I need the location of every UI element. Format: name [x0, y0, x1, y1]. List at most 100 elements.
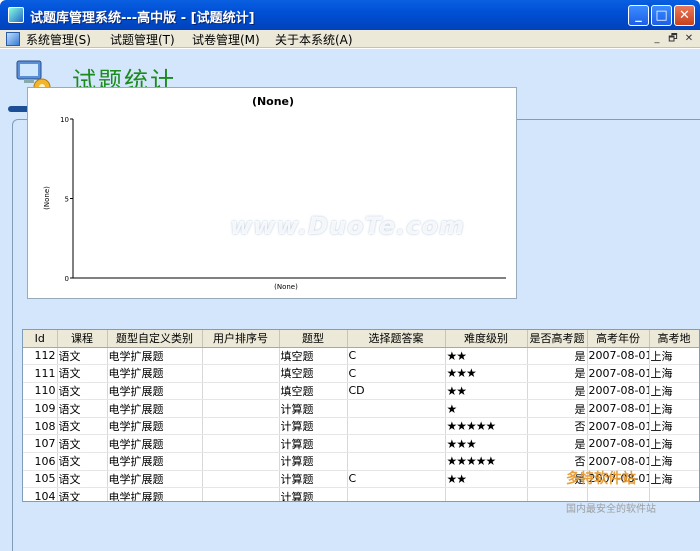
table-cell: ★★ — [445, 470, 528, 489]
table-cell — [347, 417, 446, 436]
y-tick-label: 0 — [65, 275, 69, 283]
table-cell: 语文 — [57, 382, 108, 401]
table-cell: 计算题 — [279, 487, 348, 501]
chart-title: (None) — [252, 95, 294, 108]
table-cell: 语文 — [57, 487, 108, 501]
table-cell — [202, 470, 280, 489]
grid-column-header[interactable]: 用户排序号 — [202, 330, 280, 348]
table-cell: 上海 — [649, 470, 699, 489]
table-cell: 电学扩展题 — [107, 452, 203, 471]
table-cell: 2007-08-01 — [587, 364, 650, 383]
y-tick-label: 10 — [60, 116, 69, 124]
table-cell: 计算题 — [279, 399, 348, 418]
grid-column-header[interactable]: 题型自定义类别 — [107, 330, 203, 348]
menu-bar: 系统管理(S) 试题管理(T) 试卷管理(M) 关于本系统(A) _ 🗗 ✕ — [0, 30, 700, 48]
chart-svg: (None) 10 5 0 (None) (None) — [43, 95, 506, 291]
app-icon — [8, 7, 24, 23]
table-cell: 上海 — [649, 452, 699, 471]
table-cell: 是 — [527, 434, 588, 454]
table-cell: 计算题 — [279, 452, 348, 471]
grid-column-header[interactable]: 选择题答案 — [347, 330, 446, 348]
table-cell: 电学扩展题 — [107, 364, 203, 383]
document-icon[interactable] — [6, 32, 20, 46]
table-cell: 是 — [527, 382, 588, 401]
table-cell: 2007-08-01 — [587, 417, 650, 436]
table-cell — [347, 399, 446, 418]
grid-column-header[interactable]: 高考地 — [649, 330, 699, 348]
minimize-button[interactable]: _ — [628, 5, 649, 26]
table-cell: 上海 — [649, 382, 699, 401]
grid-column-header[interactable]: 课程 — [57, 330, 108, 348]
table-cell: ★★ — [445, 347, 528, 366]
table-cell: 填空题 — [279, 382, 348, 401]
table-cell: 否 — [527, 417, 588, 436]
table-row[interactable]: 111 语文 电学扩展题 填空题 C ★★★ 是 2007-08-01 上海 — [23, 364, 699, 383]
table-cell: C — [347, 470, 446, 489]
table-cell: 是 — [527, 399, 588, 418]
table-cell — [649, 487, 699, 501]
table-cell: 上海 — [649, 434, 699, 454]
table-row[interactable]: 109 语文 电学扩展题 计算题 ★ 是 2007-08-01 上海 — [23, 399, 699, 418]
table-cell: 2007-08-01 — [587, 434, 650, 454]
window-title-bar[interactable]: 试题库管理系统---高中版 - [试题统计] _ □ ✕ — [0, 0, 700, 30]
table-cell — [202, 452, 280, 471]
menu-system[interactable]: 系统管理(S) — [26, 31, 91, 48]
table-cell: ★★★ — [445, 364, 528, 383]
table-cell — [347, 452, 446, 471]
table-cell: C — [347, 364, 446, 383]
table-cell — [202, 399, 280, 418]
table-cell: 106 — [23, 452, 58, 471]
table-cell: 电学扩展题 — [107, 347, 203, 366]
grid-column-header[interactable]: 是否高考题 — [527, 330, 588, 348]
grid-column-header[interactable]: Id — [23, 330, 58, 348]
table-cell: 上海 — [649, 417, 699, 436]
y-ticks: 10 5 0 — [60, 116, 73, 283]
table-cell — [202, 347, 280, 366]
logo-text: 多特软件站 — [566, 471, 636, 487]
grid-column-header[interactable]: 高考年份 — [587, 330, 650, 348]
table-cell: ★ — [445, 399, 528, 418]
table-cell: 104 — [23, 487, 58, 501]
mdi-restore-button[interactable]: 🗗 — [666, 33, 680, 46]
table-cell: 107 — [23, 434, 58, 454]
table-cell — [202, 487, 280, 501]
table-cell: ★★ — [445, 382, 528, 401]
table-cell: 语文 — [57, 434, 108, 454]
table-cell — [445, 487, 528, 501]
logo-subtext: 国内最安全的软件站 — [566, 504, 656, 515]
grid-column-header[interactable]: 难度级别 — [445, 330, 528, 348]
menu-questions[interactable]: 试题管理(T) — [110, 31, 175, 48]
table-cell: 108 — [23, 417, 58, 436]
table-cell: 上海 — [649, 364, 699, 383]
table-cell: 填空题 — [279, 364, 348, 383]
table-cell: 电学扩展题 — [107, 434, 203, 454]
table-row[interactable]: 112 语文 电学扩展题 填空题 C ★★ 是 2007-08-01 上海 — [23, 347, 699, 366]
table-cell: 2007-08-01 — [587, 347, 650, 366]
mdi-close-button[interactable]: ✕ — [682, 33, 696, 46]
mdi-minimize-button[interactable]: _ — [650, 33, 664, 46]
table-cell — [202, 382, 280, 401]
table-row[interactable]: 110 语文 电学扩展题 填空题 CD ★★ 是 2007-08-01 上海 — [23, 382, 699, 401]
grid-column-header[interactable]: 题型 — [279, 330, 348, 348]
table-cell: 计算题 — [279, 434, 348, 454]
table-cell — [202, 364, 280, 383]
close-button[interactable]: ✕ — [674, 5, 695, 26]
table-cell: ★★★★★ — [445, 417, 528, 436]
table-cell: 上海 — [649, 347, 699, 366]
table-cell: 2007-08-01 — [587, 382, 650, 401]
table-row[interactable]: 107 语文 电学扩展题 计算题 ★★★ 是 2007-08-01 上海 — [23, 434, 699, 454]
table-cell: 填空题 — [279, 347, 348, 366]
window-title: 试题库管理系统---高中版 - [试题统计] — [30, 11, 255, 26]
maximize-button[interactable]: □ — [651, 5, 672, 26]
table-cell: 电学扩展题 — [107, 382, 203, 401]
table-cell: ★★★★★ — [445, 452, 528, 471]
table-row[interactable]: 108 语文 电学扩展题 计算题 ★★★★★ 否 2007-08-01 上海 — [23, 417, 699, 436]
table-cell: 电学扩展题 — [107, 399, 203, 418]
table-cell: CD — [347, 382, 446, 401]
menu-papers[interactable]: 试卷管理(M) — [192, 31, 260, 48]
menu-about[interactable]: 关于本系统(A) — [275, 31, 353, 48]
grid-header-row: Id 课程 题型自定义类别 用户排序号 题型 选择题答案 难度级别 是否高考题 高考年份 高考地 — [23, 330, 699, 348]
table-cell: 是 — [527, 347, 588, 366]
statistics-chart: (None) 10 5 0 (None) (None) — [27, 87, 517, 299]
table-cell: 计算题 — [279, 470, 348, 489]
